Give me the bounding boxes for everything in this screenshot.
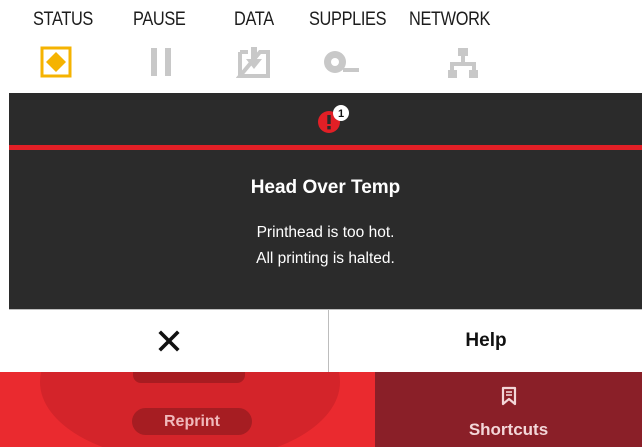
shortcuts-button[interactable]: Shortcuts [375,372,642,447]
pause-tab-label[interactable]: PAUSE [133,9,186,31]
close-icon [157,330,180,352]
dialog-body: Head Over Temp Printhead is too hot. All… [9,150,642,309]
pause-icon[interactable] [147,46,177,83]
alert-badge-count: 1 [338,108,344,120]
supplies-tab-label[interactable]: SUPPLIES [309,9,387,31]
dialog-header: 1 [9,93,642,145]
hidden-pill [133,372,245,383]
status-diamond-icon[interactable] [40,46,72,83]
error-alert-icon: 1 [315,103,351,142]
alert-message-line2: All printing is halted. [256,250,395,267]
network-tab-label[interactable]: NETWORK [409,9,490,31]
supplies-roll-icon[interactable] [321,46,361,83]
data-download-icon[interactable] [235,46,272,85]
status-bar: STATUS PAUSE DATA SUPPLIES NETWORK [0,0,642,93]
alert-message-line1: Printhead is too hot. [256,224,395,241]
alert-dialog: 1 Head Over Temp Printhead is too hot. A… [9,93,642,372]
reprint-panel[interactable]: Reprint [0,372,375,447]
close-button[interactable] [9,310,329,372]
alert-title: Head Over Temp [250,177,401,198]
bookmark-icon [501,386,517,411]
data-tab-label[interactable]: DATA [234,9,274,31]
status-tab-label[interactable]: STATUS [33,9,93,31]
dialog-button-row: Help [9,309,642,372]
shortcuts-label: Shortcuts [468,420,549,439]
reprint-button[interactable]: Reprint [132,408,252,435]
network-icon[interactable] [448,46,478,85]
help-button[interactable]: Help [330,310,642,372]
